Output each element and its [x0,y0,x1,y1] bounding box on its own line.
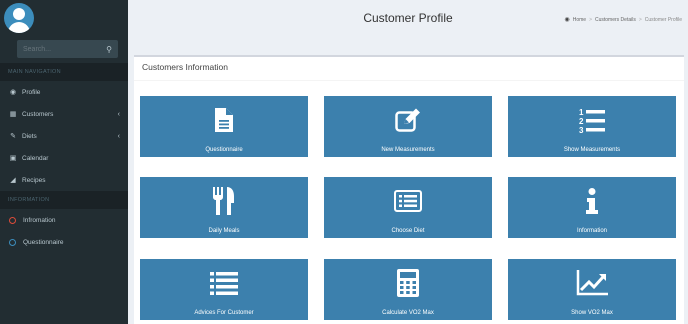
breadcrumb-home[interactable]: Home [573,17,586,23]
sidebar-item-label: Infromation [23,216,56,224]
content-header: Customer Profile ◉ Home > Customers Deta… [128,0,688,36]
nav-header-information: INFORMATION [0,191,128,209]
sidebar-item-label: Customers [22,110,54,118]
table-icon: ▦ [9,111,17,118]
tile-label: New Measurements [381,147,435,153]
dashboard-icon: ◉ [9,89,17,96]
svg-text:1: 1 [579,108,584,117]
list-icon [140,269,308,297]
tile-calculate-vo2-max[interactable]: Calculate VO2 Max [324,259,492,320]
nav-header-main: MAIN NAVIGATION [0,63,128,81]
tile-new-measurements[interactable]: New Measurements [324,96,492,157]
divider [134,80,684,81]
tile-label: Show Measurements [563,147,621,153]
tile-label: Calculate VO2 Max [382,310,434,316]
tile-information[interactable]: Information [508,177,676,238]
avatar[interactable] [4,3,34,33]
cutlery-icon [140,187,308,215]
breadcrumb-separator: > [638,16,642,23]
breadcrumb-current: Customer Profile [644,16,682,23]
tile-label: Information [576,228,607,234]
tile-advices-for-customer[interactable]: Advices For Customer [140,259,308,320]
sidebar-item-calendar[interactable]: ▣ Calendar [0,147,128,169]
info-icon [508,187,676,215]
book-icon: ◢ [10,177,16,184]
dashboard-icon: ◉ [564,17,570,23]
sidebar: Search... ⚲ MAIN NAVIGATION ◉ Profile ▦ … [0,0,128,324]
edit-icon [324,106,492,134]
edit-icon: ✎ [10,133,16,140]
sidebar-item-questionnaire[interactable]: Questionnaire [0,231,128,253]
svg-text:2: 2 [579,117,584,126]
sidebar-item-recipes[interactable]: ◢ Recipes [0,169,128,191]
tile-label: Questionnaire [205,147,243,153]
breadcrumb: ◉ Home > Customers Details > Customer Pr… [564,16,682,24]
sidebar-item-label: Profile [22,88,41,96]
sidebar-item-diets[interactable]: ✎ Diets ‹ [0,125,128,147]
sidebar-item-information[interactable]: Infromation [0,209,128,231]
tile-label: Choose Diet [391,228,425,234]
tile-label: Advices For Customer [194,310,254,316]
user-panel [0,0,128,36]
list-alt-icon [324,187,492,215]
tile-daily-meals[interactable]: Daily Meals [140,177,308,238]
circle-blue-icon [9,238,16,246]
sidebar-item-profile[interactable]: ◉ Profile [0,81,128,103]
tile-label: Daily Meals [208,228,240,234]
svg-text:3: 3 [579,126,584,133]
sidebar-item-label: Questionnaire [23,238,64,246]
tile-show-measurements[interactable]: 123 Show Measurements [508,96,676,157]
list-ol-icon: 123 [508,106,676,134]
box-title: Customers Information [142,62,228,72]
tile-questionnaire[interactable]: Questionnaire [140,96,308,157]
customers-information-box: Customers Information Questionnaire New … [134,55,684,324]
tile-choose-diet[interactable]: Choose Diet [324,177,492,238]
sidebar-search[interactable]: Search... ⚲ [17,40,118,58]
file-icon [140,106,308,134]
chevron-left-icon: ‹ [117,110,120,118]
sidebar-item-label: Calendar [22,154,49,162]
circle-red-icon [9,216,16,224]
calendar-icon: ▣ [9,155,17,162]
calculator-icon [324,269,492,297]
sidebar-item-label: Recipes [22,176,46,184]
breadcrumb-separator: > [589,16,592,23]
tile-show-vo2-max[interactable]: Show VO2 Max [508,259,676,320]
tile-label: Show VO2 Max [571,310,613,316]
search-icon[interactable]: ⚲ [106,45,112,54]
line-chart-icon [508,269,676,297]
chevron-left-icon: ‹ [117,132,120,140]
sidebar-item-label: Diets [22,132,37,140]
breadcrumb-customers-details[interactable]: Customers Details [595,17,636,23]
search-input[interactable]: Search... [23,46,51,53]
sidebar-item-customers[interactable]: ▦ Customers ‹ [0,103,128,125]
